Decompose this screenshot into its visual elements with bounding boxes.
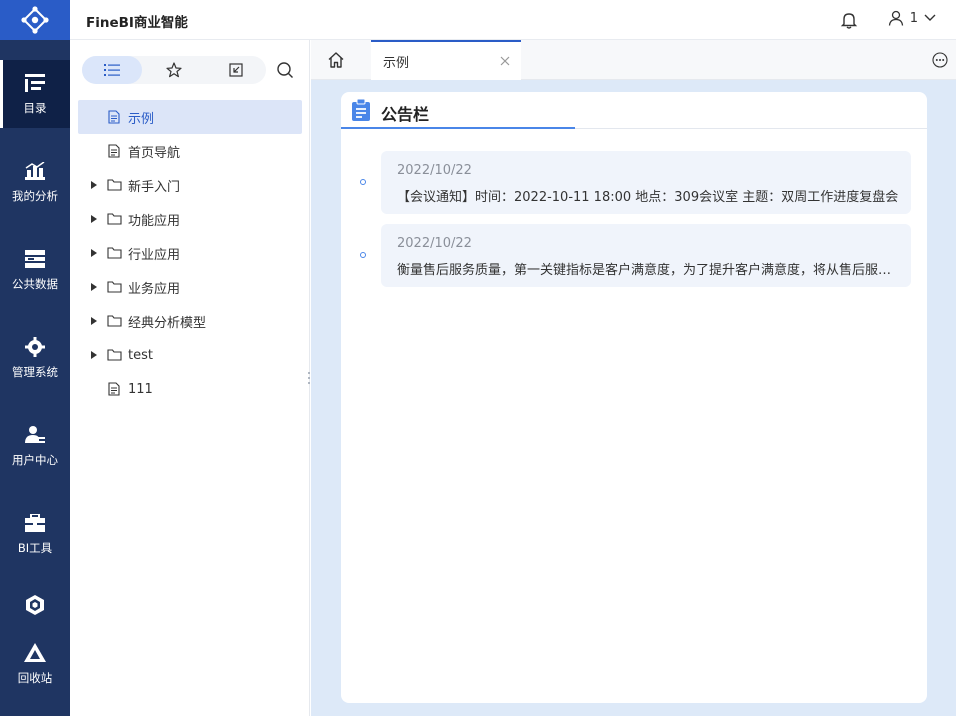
rail-item-catalog[interactable]: 目录	[0, 60, 70, 128]
export-button[interactable]	[206, 56, 266, 84]
rail-label: 回收站	[17, 671, 53, 685]
rail-item-admin[interactable]: 管理系统	[0, 324, 70, 392]
tree-item-label: 新手入门	[128, 179, 181, 195]
tab-example[interactable]: 示例	[371, 40, 521, 80]
folder-icon	[106, 211, 122, 227]
bulletin-board: 公告栏 2022/10/22 【会议通知】时间：2022-10-11 18:00…	[341, 92, 927, 703]
more-options-icon[interactable]	[932, 52, 948, 68]
tree-item-label: test	[128, 347, 153, 363]
file-icon	[106, 109, 122, 125]
notice-item[interactable]: 2022/10/22 【会议通知】时间：2022-10-11 18:00 地点：…	[381, 151, 911, 214]
notice-date: 2022/10/22	[397, 236, 472, 251]
tree-item-getting-started[interactable]: 新手入门	[78, 168, 302, 202]
folder-icon	[106, 177, 122, 193]
file-icon	[106, 143, 122, 159]
timeline-dot	[360, 252, 366, 258]
export-icon	[229, 63, 243, 77]
rail-item-bi-tools[interactable]: BI工具	[0, 500, 70, 568]
cube-icon	[24, 594, 46, 616]
tree-item-label: 行业应用	[128, 247, 181, 263]
tree-item-test[interactable]: test	[78, 338, 302, 372]
list-icon	[104, 64, 120, 76]
folder-icon	[106, 347, 122, 363]
view-switcher	[82, 56, 266, 84]
caret-right-icon[interactable]	[91, 180, 99, 190]
folder-icon	[106, 279, 122, 295]
notification-bell-icon[interactable]	[840, 11, 858, 29]
tree-item-home-nav[interactable]: 首页导航	[78, 134, 302, 168]
main-content: 示例 公告栏 2022/10/22 【会议通知】时间：2022-10-11 18…	[311, 40, 956, 716]
rail-label: 管理系统	[12, 365, 58, 379]
rail-item-my-analysis[interactable]: 我的分析	[0, 148, 70, 216]
tree-item-111[interactable]: 111	[78, 372, 302, 406]
tree-item-label: 业务应用	[128, 281, 181, 297]
notice-date: 2022/10/22	[397, 163, 472, 178]
caret-right-icon[interactable]	[91, 316, 99, 326]
file-icon	[106, 381, 122, 397]
favorites-button[interactable]	[144, 56, 204, 84]
star-icon	[166, 62, 182, 78]
rail-label: 我的分析	[12, 189, 58, 203]
notice-text: 衡量售后服务质量，第一关键指标是客户满意度，为了提升客户满意度，将从售后服务流程…	[397, 263, 902, 278]
tree-item-label: 111	[128, 381, 153, 397]
caret-right-icon[interactable]	[91, 214, 99, 224]
database-icon	[24, 248, 46, 270]
rail-label: 公共数据	[12, 277, 58, 291]
tree-item-classic-models[interactable]: 经典分析模型	[78, 304, 302, 338]
app-rail: 目录 我的分析 公共数据 管理系统 用户中心 BI工具 回收站	[0, 0, 70, 716]
tree-item-features[interactable]: 功能应用	[78, 202, 302, 236]
tree-item-industry[interactable]: 行业应用	[78, 236, 302, 270]
directory-tree: 示例 首页导航 新手入门 功能应用 行业应用 业务应用 经典分析模型 test …	[78, 100, 302, 406]
directory-toolbar	[82, 56, 300, 84]
timeline-dot	[360, 179, 366, 185]
bulletin-header: 公告栏	[341, 92, 927, 129]
folder-icon	[106, 245, 122, 261]
tree-item-example[interactable]: 示例	[78, 100, 302, 134]
caret-right-icon[interactable]	[91, 282, 99, 292]
app-title: FineBI商业智能	[86, 15, 188, 31]
user-icon	[888, 10, 903, 26]
rail-item-public-data[interactable]: 公共数据	[0, 236, 70, 304]
catalog-icon	[24, 72, 46, 94]
tree-item-business[interactable]: 业务应用	[78, 270, 302, 304]
rail-item-recycle[interactable]: 回收站	[0, 630, 70, 698]
tree-item-label: 功能应用	[128, 213, 181, 229]
user-menu[interactable]: 1	[888, 10, 936, 26]
caret-right-icon[interactable]	[91, 350, 99, 360]
rail-label: BI工具	[17, 541, 53, 555]
rail-item-user-center[interactable]: 用户中心	[0, 412, 70, 480]
caret-right-icon[interactable]	[91, 248, 99, 258]
chevron-down-icon	[924, 14, 936, 21]
directory-panel: 示例 首页导航 新手入门 功能应用 行业应用 业务应用 经典分析模型 test …	[70, 40, 310, 716]
tree-item-label: 首页导航	[128, 145, 181, 161]
toolbox-icon	[24, 512, 46, 534]
app-logo[interactable]	[0, 0, 70, 40]
tree-item-label: 经典分析模型	[128, 315, 207, 331]
folder-icon	[106, 313, 122, 329]
clipboard-icon	[352, 99, 370, 121]
notice-text: 【会议通知】时间：2022-10-11 18:00 地点：309会议室 主题：双…	[397, 190, 899, 205]
user-card-icon	[24, 424, 46, 446]
tab-bar: 示例	[311, 40, 956, 80]
close-icon[interactable]	[499, 55, 511, 67]
rail-label: 目录	[23, 101, 47, 115]
search-icon[interactable]	[276, 61, 294, 79]
gear-icon	[24, 336, 46, 358]
tab-label: 示例	[383, 55, 410, 71]
notice-item[interactable]: 2022/10/22 衡量售后服务质量，第一关键指标是客户满意度，为了提升客户满…	[381, 224, 911, 287]
bulletin-title-underline	[341, 127, 575, 129]
rail-label: 用户中心	[12, 453, 58, 467]
logo-icon	[21, 6, 49, 34]
tree-item-label: 示例	[128, 111, 155, 127]
home-icon[interactable]	[327, 51, 345, 69]
bulletin-title: 公告栏	[381, 105, 430, 124]
analysis-icon	[24, 160, 46, 182]
recycle-icon	[24, 642, 46, 664]
user-name: 1	[909, 10, 918, 26]
list-view-button[interactable]	[82, 56, 142, 84]
top-header: FineBI商业智能 1	[70, 0, 956, 40]
